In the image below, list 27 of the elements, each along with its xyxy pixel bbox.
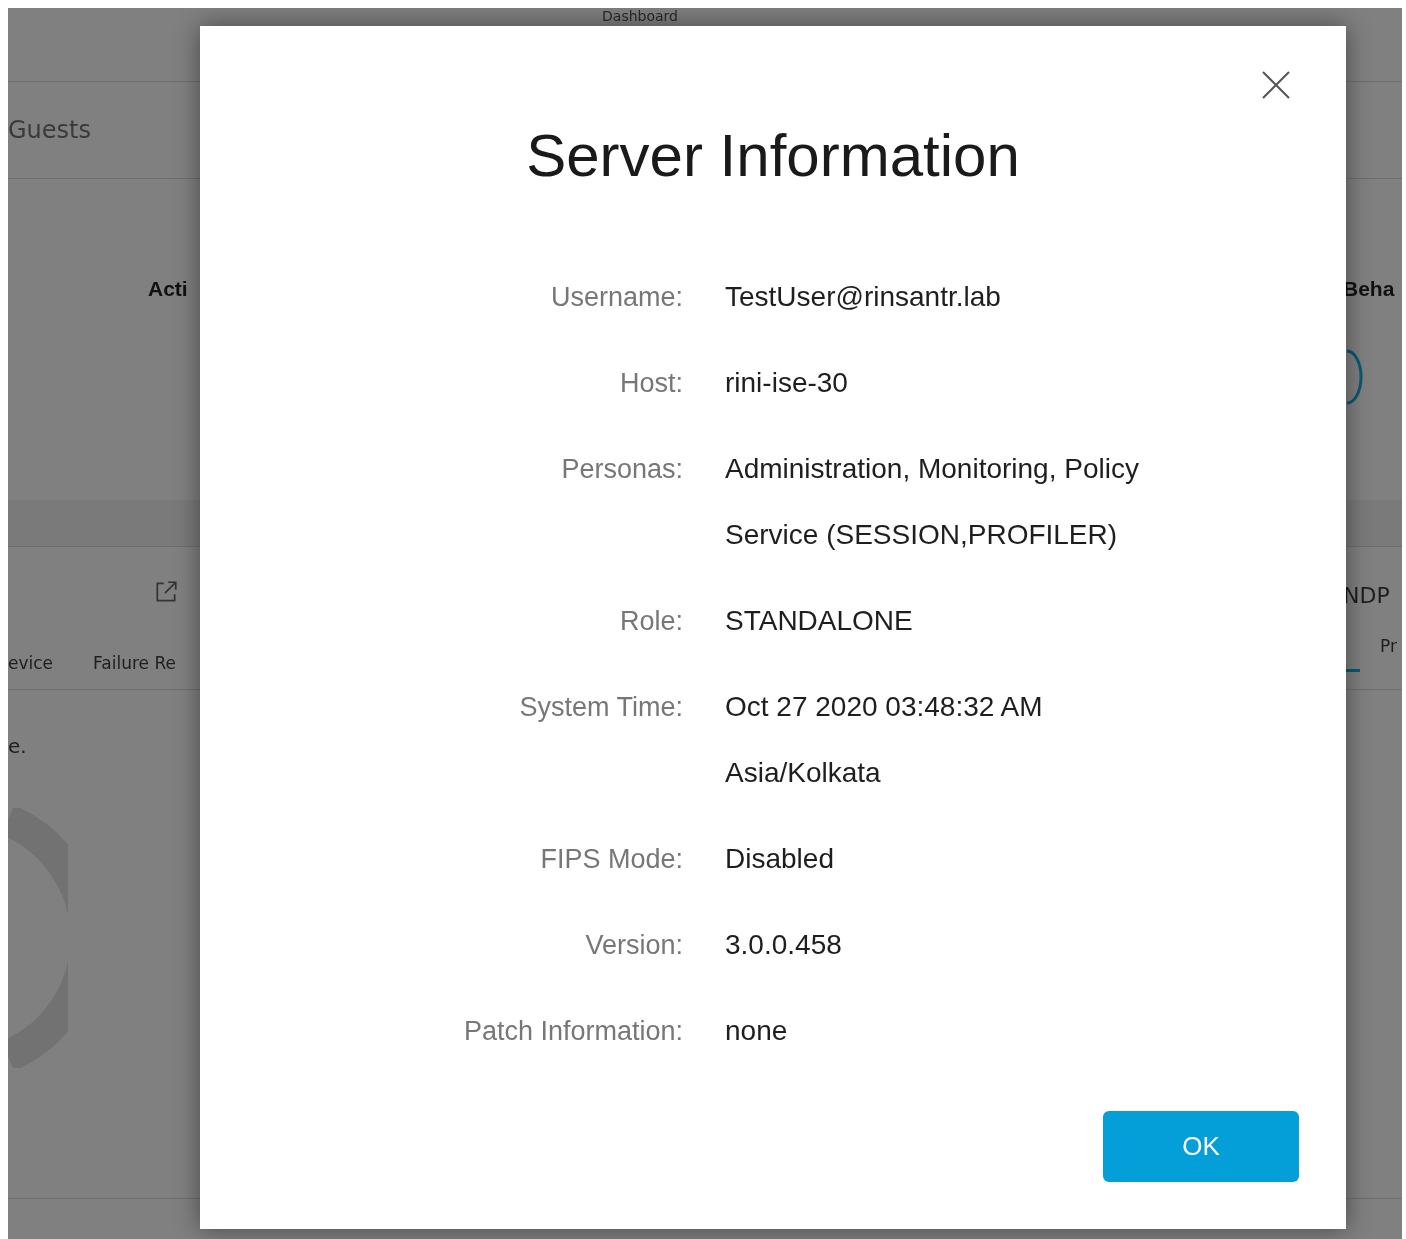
field-label: Role: xyxy=(618,605,683,638)
field-value: rini-ise-30 xyxy=(725,366,849,400)
field-label: Username: xyxy=(549,281,683,314)
dialog-title: Server Information xyxy=(526,121,1020,190)
field-label: Patch Information: xyxy=(462,1015,683,1048)
field-value: Administration, Monitoring, Policy Service (SESSION,PROFILER) xyxy=(725,452,1140,552)
field-value: 3.0.0.458 xyxy=(725,928,843,962)
column-header: Pr xyxy=(1380,636,1398,656)
field-value: Disabled xyxy=(725,842,835,876)
external-link-icon[interactable] xyxy=(153,579,179,605)
nav-tab[interactable]: Guests xyxy=(8,116,91,144)
body-text: e. xyxy=(8,734,27,758)
field-label: Host: xyxy=(618,367,683,400)
field-value: none xyxy=(725,1014,789,1048)
field-label: System Time: xyxy=(518,691,683,724)
column-header: evice xyxy=(8,653,54,673)
page-title: Dashboard xyxy=(602,8,678,24)
field-value: TestUser@rinsantr.lab xyxy=(725,280,1002,314)
field-label: Personas: xyxy=(560,453,683,486)
field-value: Oct 27 2020 03:48:32 AM Asia/Kolkata xyxy=(725,690,1044,790)
card-heading: Acti xyxy=(148,277,188,301)
column-header: Failure Re xyxy=(93,653,176,673)
field-label: FIPS Mode: xyxy=(539,843,683,876)
donut-ring-icon xyxy=(8,808,68,1068)
field-label: Version: xyxy=(584,929,683,962)
ok-button[interactable]: OK xyxy=(1103,1111,1299,1182)
field-value: STANDALONE xyxy=(725,604,914,638)
